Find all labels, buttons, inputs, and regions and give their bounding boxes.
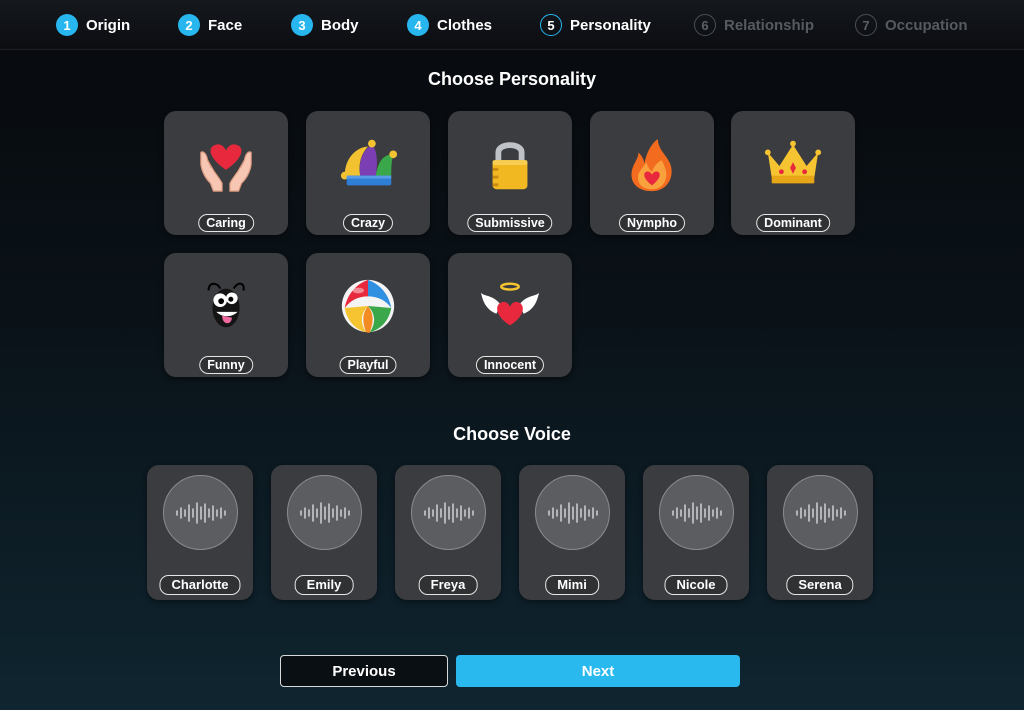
option-label: Submissive	[467, 214, 553, 232]
silly-face-icon	[207, 282, 245, 328]
voice-card-freya[interactable]: Freya	[395, 465, 501, 600]
personality-card-dominant[interactable]: Dominant	[731, 111, 855, 235]
step-number: 2	[178, 14, 200, 36]
soundwave-icon	[547, 501, 598, 524]
heart-hands-icon	[200, 144, 252, 192]
soundwave-icon	[299, 501, 350, 524]
soundwave-icon	[671, 501, 722, 524]
step-label: Clothes	[437, 16, 493, 34]
step-relationship[interactable]: 6 Relationship	[694, 13, 814, 37]
padlock-icon	[492, 142, 528, 190]
voice-label: Mimi	[545, 575, 599, 595]
step-number: 5	[540, 14, 562, 36]
option-label: Caring	[198, 214, 254, 232]
option-label: Dominant	[756, 214, 830, 232]
option-label: Playful	[339, 356, 397, 374]
next-button[interactable]: Next	[456, 655, 740, 687]
beach-ball-icon	[341, 279, 395, 333]
winged-heart-icon	[480, 282, 540, 326]
personality-title: Choose Personality	[427, 69, 597, 89]
option-label: Crazy	[342, 214, 394, 232]
step-occupation[interactable]: 7 Occupation	[855, 13, 968, 37]
voice-label: Emily	[294, 575, 354, 595]
voice-card-emily[interactable]: Emily	[271, 465, 377, 600]
personality-card-submissive[interactable]: Submissive	[448, 111, 572, 235]
step-label: Origin	[86, 16, 131, 34]
personality-card-nympho[interactable]: Nympho	[590, 111, 714, 235]
step-number: 7	[855, 14, 877, 36]
step-number: 3	[291, 14, 313, 36]
voice-preview-button[interactable]	[659, 475, 734, 550]
step-label: Body	[321, 16, 359, 34]
voice-label: Freya	[418, 575, 478, 595]
step-personality[interactable]: 5 Personality	[540, 13, 651, 37]
voice-preview-button[interactable]	[535, 475, 610, 550]
voice-preview-button[interactable]	[411, 475, 486, 550]
step-origin[interactable]: 1 Origin	[56, 13, 130, 37]
voice-card-serena[interactable]: Serena	[767, 465, 873, 600]
soundwave-icon	[175, 501, 226, 524]
crown-icon	[764, 140, 822, 184]
personality-card-funny[interactable]: Funny	[164, 253, 288, 377]
voice-preview-button[interactable]	[783, 475, 858, 550]
voice-label: Serena	[786, 575, 854, 595]
step-face[interactable]: 2 Face	[178, 13, 242, 37]
personality-card-crazy[interactable]: Crazy	[306, 111, 430, 235]
step-number: 4	[407, 14, 429, 36]
step-label: Face	[208, 16, 243, 34]
option-label: Nympho	[619, 214, 685, 232]
voice-preview-button[interactable]	[287, 475, 362, 550]
personality-card-caring[interactable]: Caring	[164, 111, 288, 235]
voice-title: Choose Voice	[453, 424, 571, 444]
soundwave-icon	[795, 501, 846, 524]
progress-stepper: 1 Origin 2 Face 3 Body 4 Clothes 5 Perso…	[0, 0, 1024, 50]
voice-card-nicole[interactable]: Nicole	[643, 465, 749, 600]
jester-hat-icon	[340, 139, 398, 186]
step-label: Personality	[570, 16, 651, 34]
option-label: Funny	[199, 356, 253, 374]
voice-label: Charlotte	[159, 575, 241, 595]
previous-button[interactable]: Previous	[280, 655, 448, 687]
step-number: 6	[694, 14, 716, 36]
personality-card-innocent[interactable]: Innocent	[448, 253, 572, 377]
step-label: Occupation	[885, 16, 968, 34]
soundwave-icon	[423, 501, 474, 524]
step-body[interactable]: 3 Body	[291, 13, 359, 37]
voice-preview-button[interactable]	[163, 475, 238, 550]
step-label: Relationship	[724, 16, 815, 34]
step-clothes[interactable]: 4 Clothes	[407, 13, 492, 37]
voice-card-mimi[interactable]: Mimi	[519, 465, 625, 600]
voice-card-charlotte[interactable]: Charlotte	[147, 465, 253, 600]
heart-flame-icon	[631, 138, 672, 192]
option-label: Innocent	[475, 356, 545, 374]
step-number: 1	[56, 14, 78, 36]
personality-card-playful[interactable]: Playful	[306, 253, 430, 377]
voice-label: Nicole	[664, 575, 728, 595]
